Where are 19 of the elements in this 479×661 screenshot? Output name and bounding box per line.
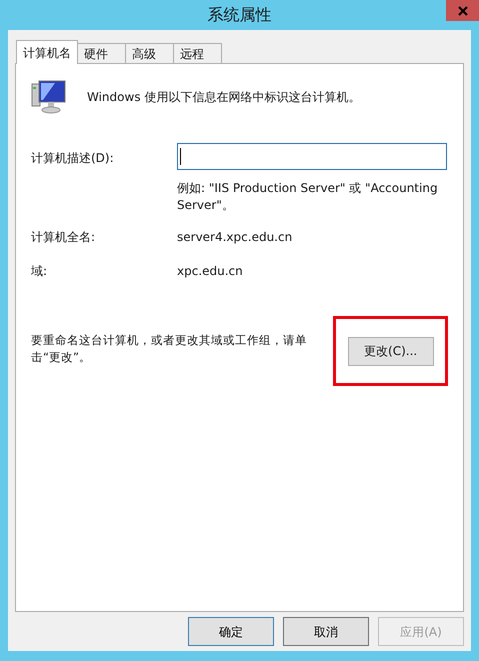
field-label: 域: — [31, 263, 48, 280]
close-icon — [458, 6, 468, 16]
tab[interactable]: 远程 — [173, 43, 222, 63]
field-label: 计算机描述(D): — [31, 150, 115, 167]
close-button[interactable] — [446, 0, 479, 21]
field-value: server4.xpc.edu.cn — [177, 229, 294, 246]
dialog-button[interactable]: 确定 — [188, 617, 274, 646]
description-field[interactable] — [177, 143, 447, 170]
hint-text: 例如: "IIS Production Server" 或 "Accounting Server"。 — [177, 180, 439, 214]
rename-instruction: 要重命名这台计算机，或者更改其域或工作组，请单击“更改”。 — [31, 332, 308, 366]
intro-text: Windows 使用以下信息在网络中标识这台计算机。 — [87, 89, 360, 106]
change-button[interactable]: 更改(C)... — [348, 336, 434, 366]
computer-icon — [31, 80, 67, 114]
tab[interactable]: 计算机名 — [16, 40, 78, 64]
tab[interactable]: 硬件 — [77, 43, 126, 63]
field-label: 计算机全名: — [31, 229, 96, 246]
field-value: xpc.edu.cn — [177, 263, 244, 280]
dialog-button[interactable]: 取消 — [283, 617, 369, 646]
window-title: 系统属性 — [208, 4, 272, 26]
